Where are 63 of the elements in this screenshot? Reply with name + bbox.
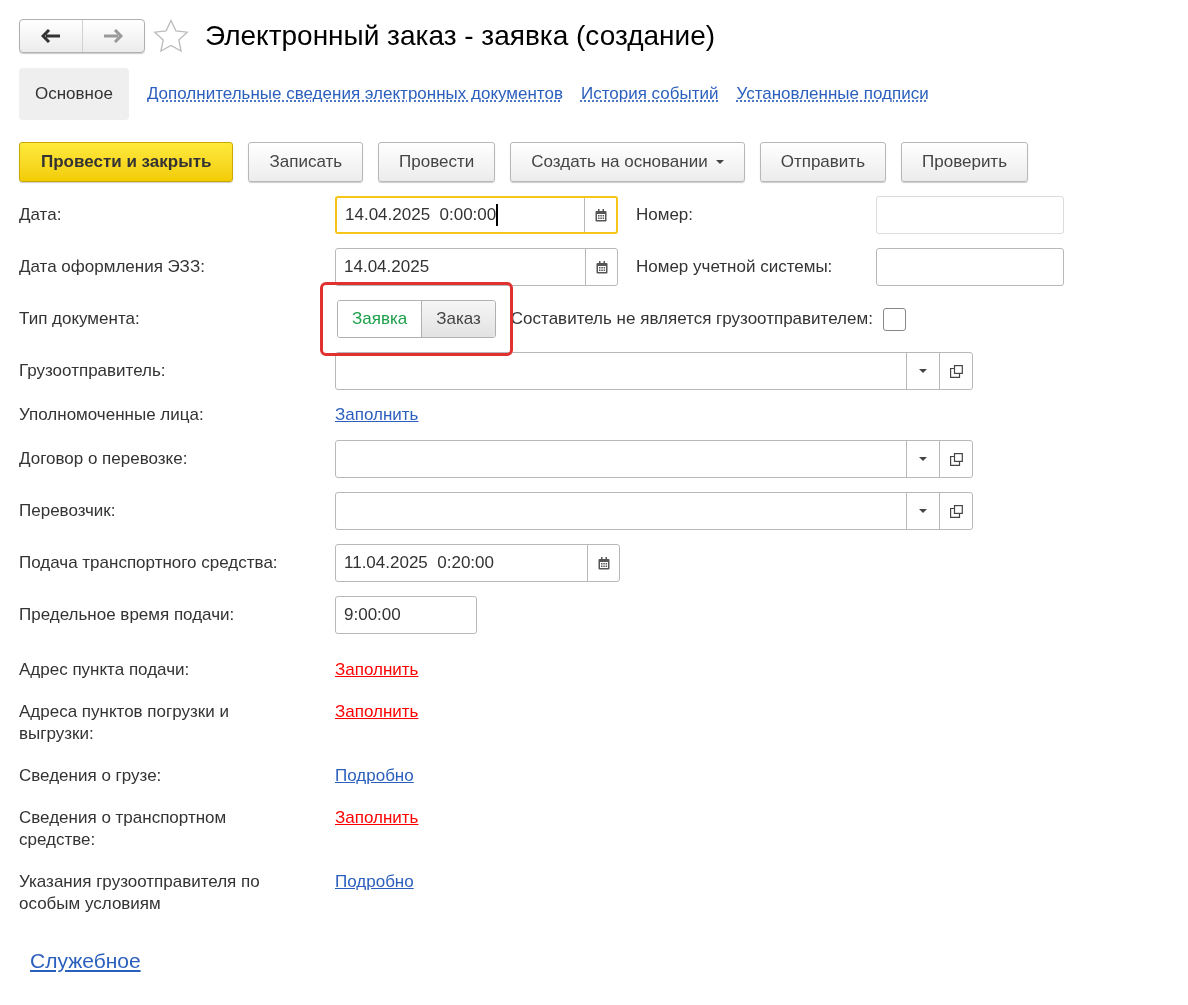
toolbar-button[interactable]: Записать [248, 142, 364, 182]
field-label: Адреса пунктов погрузки и выгрузки: [19, 701, 230, 745]
primary-button[interactable]: Провести и закрыть [19, 142, 234, 182]
field-label: Сведения о транспортном средстве: [19, 807, 228, 851]
checkbox[interactable] [882, 307, 906, 331]
right-arrow-icon [103, 29, 124, 43]
select-field[interactable] [335, 352, 973, 390]
field-label: Тип документа: [19, 308, 141, 330]
date-field[interactable]: 11.04.2025 0:20:00 [335, 544, 620, 582]
toolbar-button[interactable]: Отправить [759, 142, 886, 182]
dropdown-caret-icon[interactable] [919, 457, 927, 461]
window-title: Электронный заказ - заявка (создание) [205, 19, 716, 53]
service-link[interactable]: Служебное [30, 945, 141, 977]
select-field[interactable] [335, 492, 973, 530]
tab[interactable]: Основное [19, 68, 129, 120]
dropdown-caret-icon[interactable] [919, 509, 927, 513]
field-label: Адрес пункта подачи: [19, 659, 191, 681]
date-value: 14.04.2025 0:00:00 [344, 203, 499, 228]
fill-link[interactable]: Подробно [335, 765, 414, 787]
fill-link[interactable]: Подробно [335, 871, 414, 893]
tab[interactable]: Дополнительные сведения электронных документов [146, 68, 563, 120]
dropdown-caret-icon[interactable] [919, 369, 927, 373]
calendar-icon[interactable] [595, 260, 608, 274]
fill-link[interactable]: Заполнить [335, 701, 419, 723]
field-label: Указания грузоотправителя по особым условиям [19, 871, 261, 915]
field-label: Подача транспортного средства: [19, 552, 279, 574]
fill-link[interactable]: Заполнить [335, 659, 419, 681]
field-label: Сведения о грузе: [19, 765, 163, 787]
time-value: 9:00:00 [344, 604, 401, 627]
left-arrow-icon [40, 29, 61, 43]
field-label: Договор о перевозке: [19, 448, 189, 470]
open-form-icon[interactable] [949, 504, 963, 518]
open-form-icon[interactable] [949, 364, 963, 378]
text-cursor [496, 204, 498, 226]
field-label: Дата: [19, 204, 63, 226]
checkbox-label: Составитель не является грузоотправителем: [510, 308, 873, 331]
toolbar-button[interactable]: Провести [378, 142, 496, 182]
segment-tab[interactable]: Заказ [421, 301, 495, 337]
field-label: Предельное время подачи: [19, 604, 236, 626]
toolbar-button[interactable]: Проверить [901, 142, 1029, 182]
star-icon[interactable] [153, 19, 189, 53]
select-field[interactable] [335, 440, 973, 478]
field-label: Перевозчик: [19, 500, 117, 522]
toolbar-button[interactable]: Создать на основании [510, 142, 745, 182]
field-label: Дата оформления ЭЗЗ: [19, 256, 206, 278]
tab[interactable]: Установленные подписи [736, 68, 929, 120]
fill-link[interactable]: Заполнить [335, 807, 419, 829]
tab[interactable]: История событий [580, 68, 719, 120]
dropdown-caret-icon [715, 160, 724, 164]
calendar-icon[interactable] [597, 556, 610, 570]
date-field[interactable]: 14.04.2025 [335, 248, 618, 286]
field-label: Уполномоченные лица: [19, 404, 205, 426]
field-label: Номер: [636, 204, 695, 227]
calendar-icon[interactable] [594, 208, 607, 222]
field-label: Номер учетной системы: [636, 256, 834, 279]
date-field[interactable]: 14.04.2025 0:00:00 [335, 196, 618, 234]
fill-link[interactable]: Заполнить [335, 404, 419, 426]
date-value: 11.04.2025 0:20:00 [343, 552, 495, 575]
field-label: Грузоотправитель: [19, 360, 167, 382]
date-value: 14.04.2025 [343, 256, 431, 279]
time-field[interactable]: 9:00:00 [335, 596, 477, 634]
open-form-icon[interactable] [949, 452, 963, 466]
text-field[interactable] [876, 248, 1064, 286]
